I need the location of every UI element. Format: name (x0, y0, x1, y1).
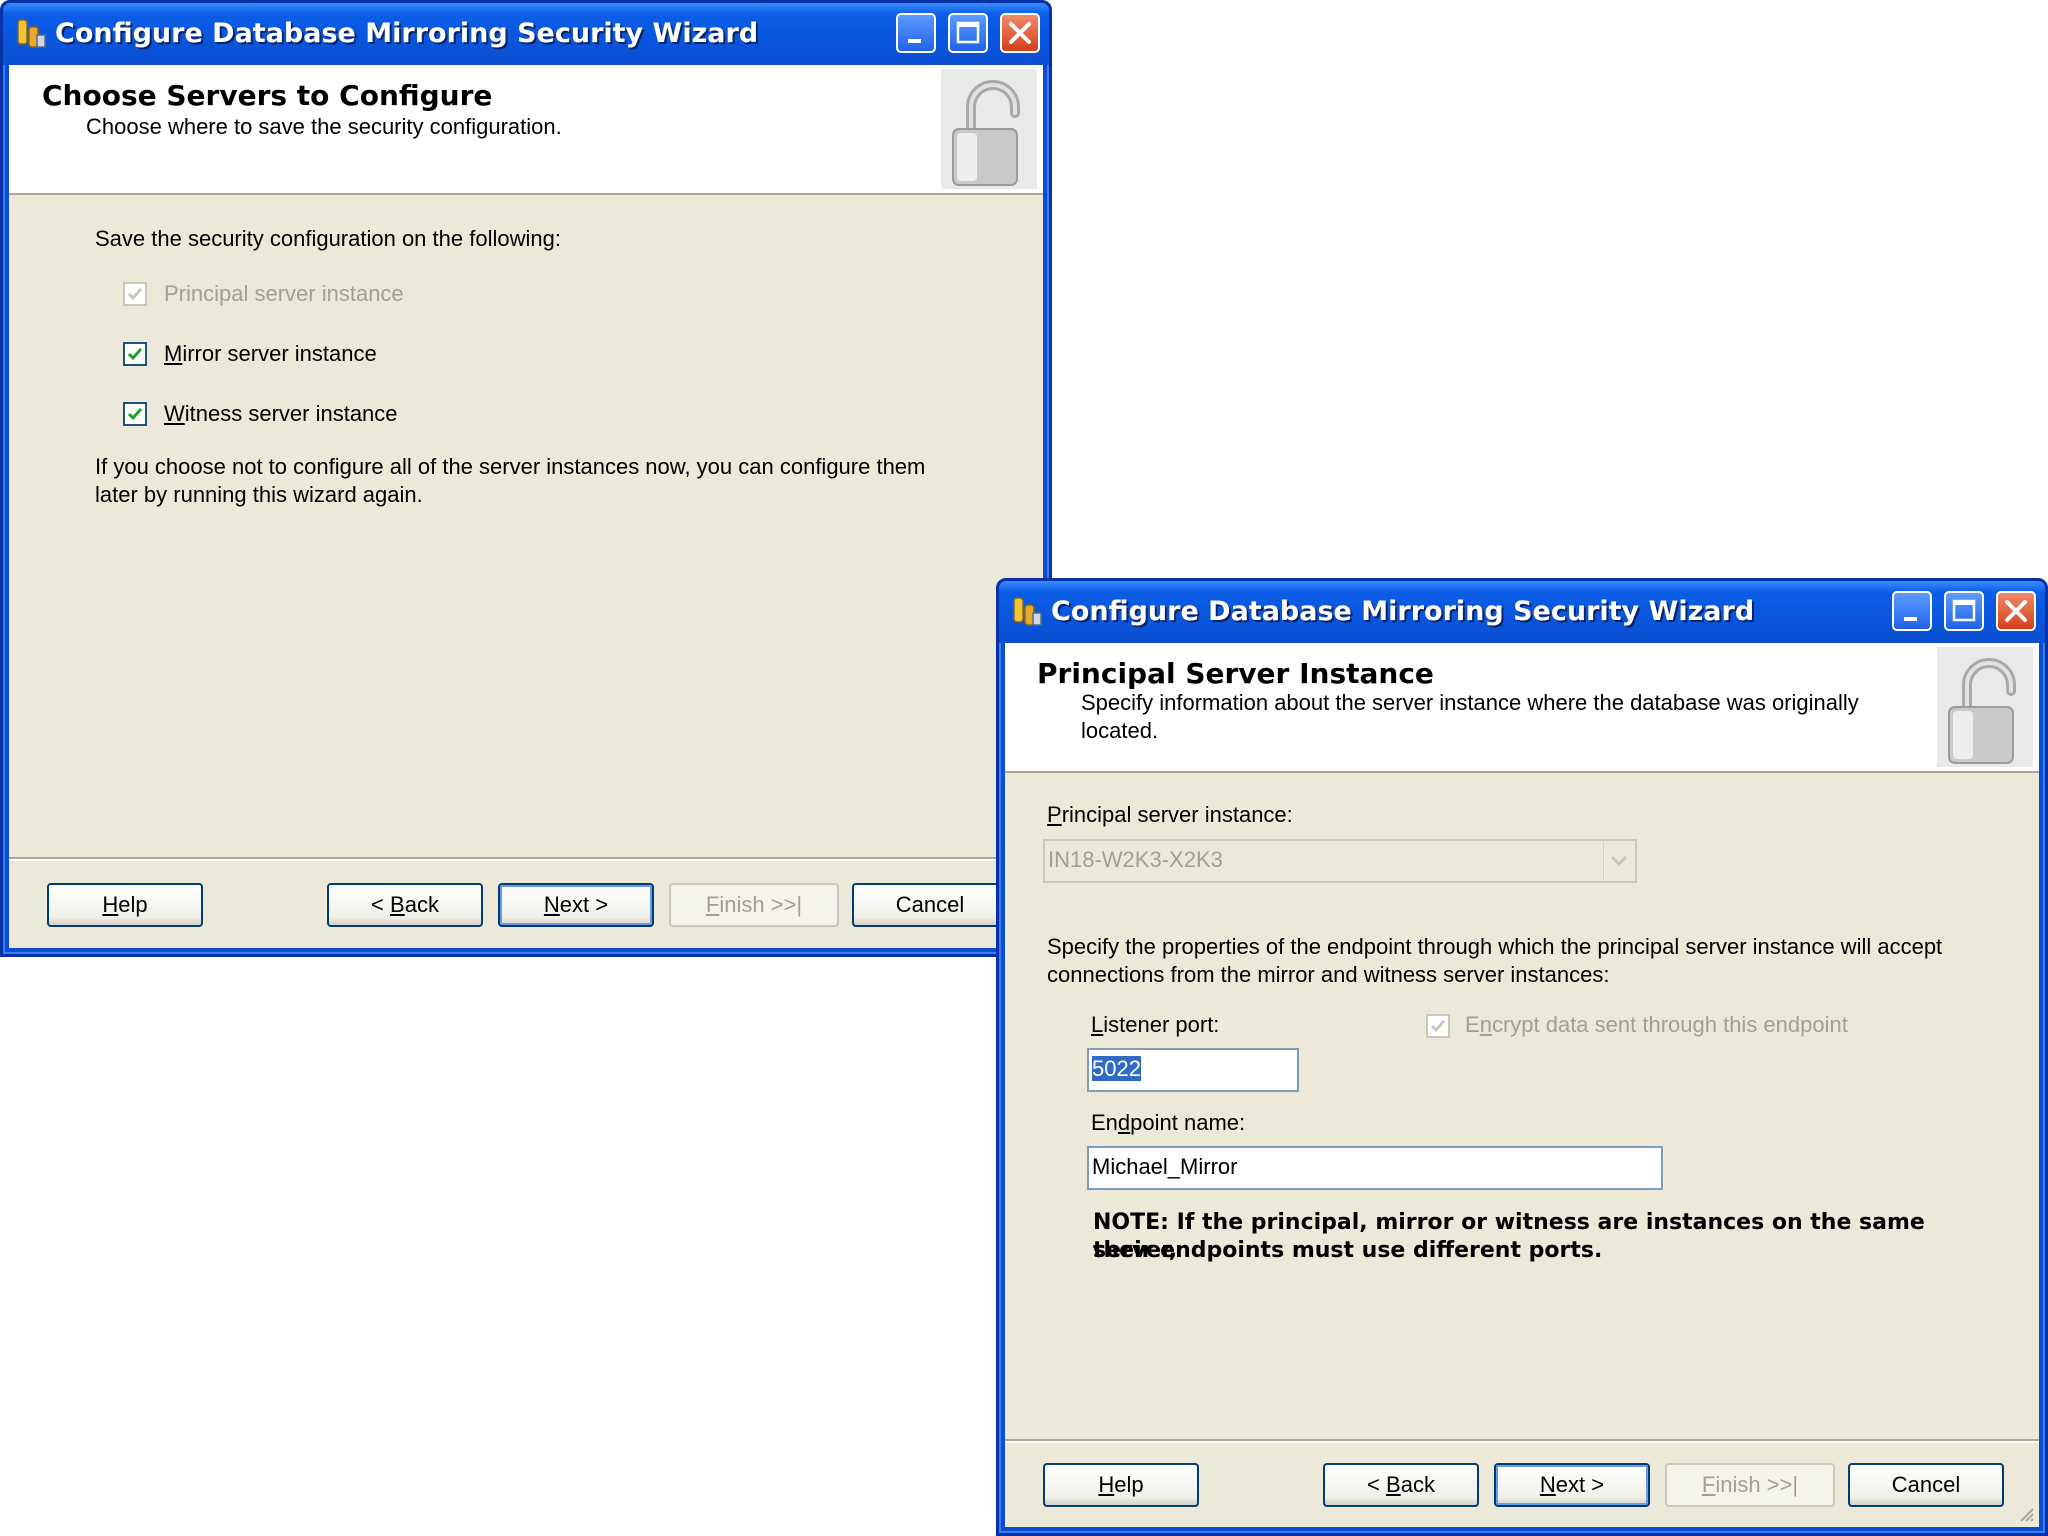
help-button[interactable]: Help (1043, 1463, 1199, 1507)
minimize-icon (908, 39, 921, 43)
note-text-line2: their endpoints must use different ports… (1093, 1238, 1603, 1263)
endpoint-description-line2: connections from the mirror and witness … (1047, 962, 1610, 987)
principal-instance-value: IN18-W2K3-X2K3 (1048, 847, 1223, 872)
padlock-icon (941, 69, 1037, 189)
help-button[interactable]: Help (47, 883, 203, 927)
maximize-icon (1952, 599, 1976, 622)
close-icon (2005, 600, 2027, 622)
listener-port-label: Listener port: (1091, 1012, 1220, 1037)
endpoint-name-label: Endpoint name: (1091, 1110, 1246, 1135)
mirror-server-label[interactable]: Mirror server instance (164, 340, 377, 368)
witness-server-label[interactable]: Witness server instance (164, 400, 398, 428)
info-text-line1: If you choose not to configure all of th… (95, 454, 926, 479)
window-title: Configure Database Mirroring Security Wi… (55, 18, 759, 49)
cancel-button[interactable]: Cancel (1848, 1463, 2004, 1507)
principal-instance-dropdown: IN18-W2K3-X2K3 (1043, 839, 1637, 883)
wizard-header: Choose Servers to Configure Choose where… (9, 65, 1043, 195)
checkmark-icon (127, 348, 143, 361)
checkmark-icon (127, 288, 143, 301)
minimize-button[interactable] (1892, 591, 1932, 631)
witness-server-checkbox[interactable] (123, 402, 147, 426)
finish-button: Finish >>| (1665, 1463, 1835, 1507)
info-text-line2: later by running this wizard again. (95, 482, 423, 507)
page-subtitle-line1: Specify information about the server ins… (1081, 690, 1859, 715)
dropdown-arrow-icon (1610, 855, 1628, 867)
window-title: Configure Database Mirroring Security Wi… (1051, 596, 1755, 627)
page-subtitle-line2: located. (1081, 718, 1159, 743)
minimize-button[interactable] (896, 13, 936, 53)
back-button[interactable]: < Back (327, 883, 483, 927)
checkmark-icon (1430, 1020, 1446, 1033)
minimize-icon (1904, 617, 1917, 621)
dropdown-button (1603, 842, 1634, 880)
maximize-button[interactable] (1944, 591, 1984, 631)
title-bar[interactable]: Configure Database Mirroring Security Wi… (999, 581, 2045, 643)
endpoint-name-input[interactable]: Michael_Mirror (1087, 1146, 1663, 1190)
listener-port-value: 5022 (1092, 1056, 1141, 1081)
app-icon (17, 19, 46, 48)
page-title: Principal Server Instance (1037, 657, 1434, 690)
cancel-button[interactable]: Cancel (852, 883, 1008, 927)
page-subtitle: Choose where to save the security config… (86, 114, 562, 139)
title-bar[interactable]: Configure Database Mirroring Security Wi… (3, 3, 1049, 65)
encrypt-data-label: Encrypt data sent through this endpoint (1465, 1012, 1848, 1037)
next-button[interactable]: Next > (1494, 1463, 1650, 1507)
wizard-client-area: Principal Server Instance Specify inform… (1005, 643, 2039, 1527)
principal-instance-label: Principal server instance: (1047, 802, 1293, 827)
finish-button: Finish >>| (669, 883, 839, 927)
page-title: Choose Servers to Configure (42, 79, 493, 112)
wizard-header: Principal Server Instance Specify inform… (1005, 643, 2039, 773)
app-icon (1013, 597, 1042, 626)
wizard-client-area: Choose Servers to Configure Choose where… (9, 65, 1043, 948)
back-button[interactable]: < Back (1323, 1463, 1479, 1507)
checkmark-icon (127, 408, 143, 421)
maximize-icon (956, 21, 980, 44)
principal-server-label: Principal server instance (164, 281, 404, 306)
wizard-window-choose-servers: Configure Database Mirroring Security Wi… (0, 0, 1052, 957)
close-button[interactable] (1000, 13, 1040, 53)
close-button[interactable] (1996, 591, 2036, 631)
footer-divider (1005, 1439, 2039, 1443)
padlock-icon (1937, 647, 2033, 767)
encrypt-data-checkbox (1426, 1014, 1450, 1038)
wizard-window-principal-server: Configure Database Mirroring Security Wi… (996, 578, 2048, 1536)
resize-grip-icon[interactable] (2017, 1505, 2035, 1523)
close-icon (1009, 22, 1031, 44)
principal-server-checkbox (123, 282, 147, 306)
intro-text: Save the security configuration on the f… (95, 226, 561, 251)
mirror-server-checkbox[interactable] (123, 342, 147, 366)
footer-divider (9, 857, 1043, 861)
maximize-button[interactable] (948, 13, 988, 53)
endpoint-description-line1: Specify the properties of the endpoint t… (1047, 934, 1943, 959)
next-button[interactable]: Next > (498, 883, 654, 927)
listener-port-input[interactable]: 5022 (1087, 1048, 1299, 1092)
